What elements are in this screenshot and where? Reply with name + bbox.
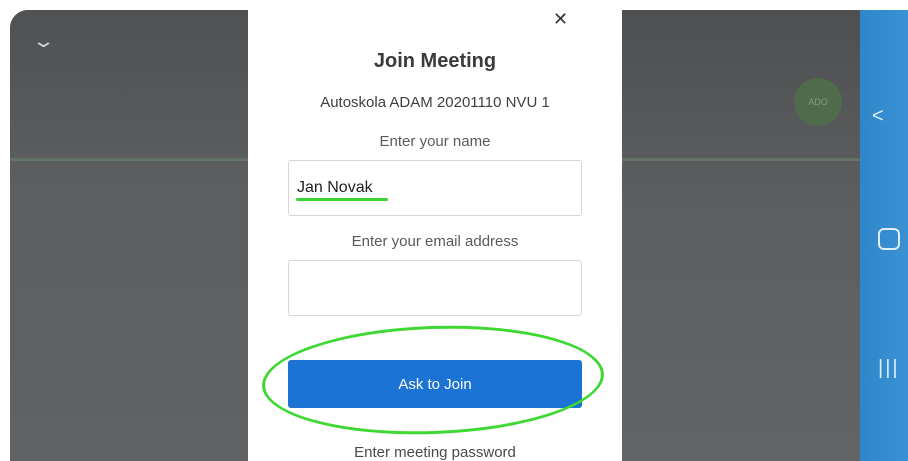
name-label: Enter your name [379,133,491,150]
participant-video-left [10,10,248,461]
dialog-title: Join Meeting [373,50,497,72]
home-icon[interactable] [878,228,900,250]
chevron-down-icon[interactable]: ⌄ [31,32,55,50]
join-meeting-dialog: ✕ Join Meeting Autoskola ADAM 20201110 N… [248,10,622,461]
close-icon[interactable]: ✕ [553,10,568,28]
participant-video-right [622,10,860,461]
email-label: Enter your email address [351,233,519,250]
join-button-annotation [260,320,606,440]
video-highlight [622,158,860,161]
video-highlight [10,158,248,161]
name-input[interactable] [288,160,582,216]
system-navigation-bar: < ||| [860,10,908,461]
recents-icon[interactable]: ||| [878,358,900,378]
email-input[interactable] [288,260,582,316]
name-underline-annotation [296,198,388,201]
meeting-name: Autoskola ADAM 20201110 NVU 1 [320,94,550,111]
back-icon[interactable]: < [872,106,884,126]
participant-avatar: ADO [794,78,842,126]
password-label: Enter meeting password [354,444,516,461]
